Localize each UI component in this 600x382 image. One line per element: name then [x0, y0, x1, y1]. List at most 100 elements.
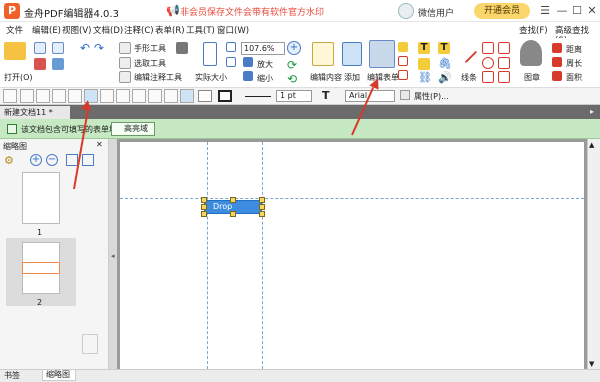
textbox-icon[interactable]	[398, 70, 408, 80]
hand-tool-icon[interactable]	[119, 42, 131, 54]
new-doc-icon[interactable]	[34, 42, 46, 54]
fit-width-icon[interactable]	[226, 57, 236, 67]
resize-handle-ml[interactable]	[201, 204, 207, 210]
open-label[interactable]: 打开(O)	[4, 72, 33, 83]
thumbnail-page-1[interactable]	[22, 172, 60, 224]
thumb-zoom-in-icon[interactable]: +	[30, 154, 42, 166]
arrow-tool-icon[interactable]	[482, 42, 494, 54]
fill-color-swatch[interactable]	[198, 90, 212, 102]
redo-icon[interactable]: ↷	[94, 42, 106, 54]
pencil-tool-icon[interactable]	[498, 71, 510, 83]
edit-content-icon[interactable]	[312, 42, 334, 66]
highlight-fields-button[interactable]: 高亮域	[111, 122, 155, 136]
zoom-in-label[interactable]: 放大	[257, 59, 273, 70]
image-tool-icon[interactable]	[164, 89, 178, 103]
scroll-up-icon[interactable]: ▲	[589, 141, 594, 149]
user-name[interactable]: 微信用户	[418, 6, 454, 19]
bookmarks-tab[interactable]: 书签	[4, 370, 20, 381]
scroll-down-icon[interactable]: ▼	[589, 360, 594, 368]
open-folder-icon[interactable]	[4, 42, 26, 60]
print-icon[interactable]	[34, 58, 46, 70]
menu-window[interactable]: 窗口(W)	[217, 24, 249, 36]
menu-view[interactable]: 视图(V)	[62, 24, 91, 36]
save-icon[interactable]	[52, 42, 64, 54]
thumb-rotate-right-icon[interactable]	[82, 154, 94, 166]
cloud-tool-icon[interactable]	[482, 71, 494, 83]
stamp-icon[interactable]	[520, 40, 542, 66]
resize-handle-tr[interactable]	[259, 197, 265, 203]
area-label[interactable]: 面积	[566, 72, 582, 83]
menu-comment[interactable]: 注释(C)	[124, 24, 154, 36]
select-text-icon[interactable]	[119, 57, 131, 69]
stroke-width-select[interactable]: 1 pt	[276, 90, 312, 102]
email-icon[interactable]	[52, 58, 64, 70]
find-link[interactable]: 查找(F)	[519, 24, 548, 36]
select-tool-label[interactable]: 选取工具	[134, 58, 166, 69]
sound-icon[interactable]: 🔊	[438, 72, 452, 84]
perimeter-icon[interactable]	[552, 57, 562, 67]
zoom-input[interactable]: 107.6%	[241, 42, 285, 55]
sticky-note-icon[interactable]	[418, 58, 430, 70]
resize-handle-bl[interactable]	[201, 211, 207, 217]
thumb-zoom-out-icon[interactable]: −	[46, 154, 58, 166]
user-avatar[interactable]	[398, 3, 414, 19]
checkbox-tool-icon[interactable]	[36, 89, 50, 103]
edit-content-label[interactable]: 编辑内容	[310, 72, 342, 83]
select-arrow-icon[interactable]	[3, 89, 17, 103]
settings-icon[interactable]: ⚙	[4, 154, 16, 167]
edit-form-icon[interactable]	[369, 40, 395, 68]
date-tool-icon[interactable]	[148, 89, 162, 103]
minimize-icon[interactable]: —	[555, 4, 569, 18]
distance-label[interactable]: 距离	[566, 44, 582, 55]
polygon-tool-icon[interactable]	[498, 57, 510, 69]
callout-icon[interactable]	[398, 56, 408, 66]
rectangle-tool-icon[interactable]	[498, 42, 510, 54]
menu-icon[interactable]: ☰	[538, 4, 552, 18]
properties-label[interactable]: 属性(P)...	[414, 91, 449, 102]
distance-icon[interactable]	[552, 43, 562, 53]
text-field-icon[interactable]	[20, 89, 34, 103]
lines-label[interactable]: 线条	[461, 72, 477, 83]
resize-handle-tm[interactable]	[230, 197, 236, 203]
align-tool-icon[interactable]	[180, 89, 194, 103]
link-icon[interactable]: ⛓	[418, 72, 432, 84]
combo-box-tool-icon[interactable]	[68, 89, 82, 103]
resize-handle-mr[interactable]	[259, 204, 265, 210]
close-icon[interactable]: ✕	[585, 4, 599, 18]
text-color-icon[interactable]: T	[322, 89, 330, 102]
hand-tool-label[interactable]: 手形工具	[134, 43, 166, 54]
ellipse-tool-icon[interactable]	[482, 57, 494, 69]
typewriter-icon[interactable]: T	[438, 42, 450, 54]
maximize-icon[interactable]: ☐	[570, 4, 584, 18]
actual-size-label[interactable]: 实际大小	[195, 72, 227, 83]
resize-handle-tl[interactable]	[201, 197, 207, 203]
splitter-arrow-icon[interactable]: ◂	[111, 252, 115, 260]
add-image-icon[interactable]	[342, 42, 362, 66]
vip-button[interactable]: 开通会员	[474, 3, 530, 19]
text-tool-icon[interactable]	[398, 42, 408, 52]
stroke-color-swatch[interactable]	[218, 90, 232, 102]
barcode-tool-icon[interactable]	[132, 89, 146, 103]
thumbnails-tab[interactable]: 缩略图	[42, 369, 76, 381]
properties-icon[interactable]	[400, 90, 410, 100]
area-icon[interactable]	[552, 71, 562, 81]
tab-scroll-icon[interactable]: ▸	[590, 107, 598, 117]
zoom-out-icon[interactable]	[243, 71, 253, 81]
actual-size-icon[interactable]	[203, 42, 217, 66]
undo-icon[interactable]: ↶	[80, 42, 92, 54]
rotate-back-icon[interactable]: ⟲	[287, 73, 299, 85]
document-tab[interactable]: 新建文档11 *	[0, 106, 70, 119]
zoom-plus-icon[interactable]: +	[287, 41, 301, 55]
signature-tool-icon[interactable]	[116, 89, 130, 103]
pdf-page[interactable]	[120, 142, 584, 369]
panel-close-icon[interactable]: ✕	[96, 140, 103, 149]
menu-document[interactable]: 文档(D)	[93, 24, 123, 36]
vertical-scrollbar[interactable]	[587, 139, 600, 369]
zoom-out-label[interactable]: 缩小	[257, 73, 273, 84]
edit-annotation-label[interactable]: 编辑注释工具	[134, 72, 182, 83]
resize-handle-bm[interactable]	[230, 211, 236, 217]
menu-tools[interactable]: 工具(T)	[186, 24, 215, 36]
attach-icon[interactable]: 🖇	[438, 58, 452, 70]
stamp-label[interactable]: 图章	[524, 72, 540, 83]
radio-tool-icon[interactable]	[52, 89, 66, 103]
